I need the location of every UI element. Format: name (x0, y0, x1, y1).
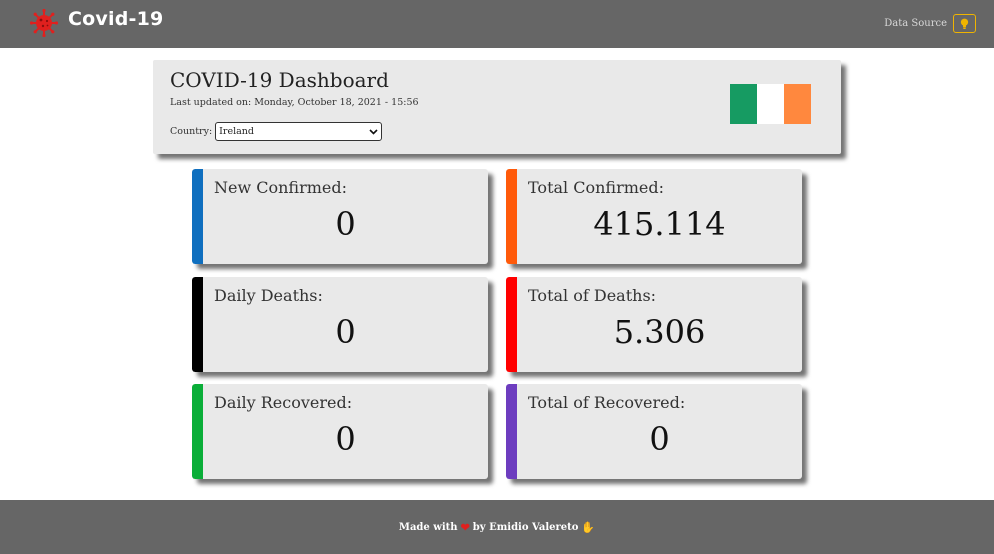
card-color-bar (192, 277, 203, 372)
card-label: Daily Recovered: (214, 393, 353, 412)
data-source-label: Data Source (884, 18, 947, 29)
flag-stripe-orange (784, 84, 811, 124)
brand-title[interactable]: Covid-19 (68, 8, 163, 30)
chevron-down-icon (369, 128, 378, 135)
card-color-bar (506, 169, 517, 264)
country-selector-row: Country: Ireland (170, 122, 383, 141)
footer: Made with ❤ by Emidio Valereto ✋ (0, 500, 994, 554)
data-source-link[interactable]: Data Source (884, 14, 976, 33)
card-label: Total of Recovered: (528, 393, 686, 412)
card-color-bar (192, 169, 203, 264)
card-color-bar (506, 384, 517, 479)
flag-stripe-green (730, 84, 757, 124)
dashboard-header-card: COVID-19 Dashboard Last updated on: Mond… (153, 60, 841, 154)
total-recovered-card: Total of Recovered: 0 (506, 384, 802, 479)
card-label: New Confirmed: (214, 178, 348, 197)
total-confirmed-card: Total Confirmed: 415.114 (506, 169, 802, 264)
card-value: 0 (335, 205, 356, 243)
country-selected-value: Ireland (219, 126, 254, 137)
new-confirmed-card: New Confirmed: 0 (192, 169, 488, 264)
card-label: Total Confirmed: (528, 178, 665, 197)
card-label: Total of Deaths: (528, 286, 657, 305)
flag-stripe-white (757, 84, 784, 124)
card-color-bar (506, 277, 517, 372)
virus-icon[interactable] (30, 9, 58, 37)
card-value: 5.306 (613, 313, 706, 351)
daily-recovered-card: Daily Recovered: 0 (192, 384, 488, 479)
card-value: 0 (335, 313, 356, 351)
country-select[interactable]: Ireland (215, 122, 383, 141)
card-value: 0 (335, 420, 356, 458)
lightbulb-icon (960, 18, 969, 29)
waving-hand-icon: ✋ (581, 520, 596, 534)
card-label: Daily Deaths: (214, 286, 323, 305)
data-source-button[interactable] (953, 14, 976, 33)
page-title: COVID-19 Dashboard (170, 68, 389, 92)
card-value: 415.114 (593, 205, 726, 243)
total-deaths-card: Total of Deaths: 5.306 (506, 277, 802, 372)
footer-author[interactable]: by Emidio Valereto (473, 522, 579, 533)
card-value: 0 (649, 420, 670, 458)
navbar: Covid-19 Data Source (0, 0, 994, 48)
last-updated-text: Last updated on: Monday, October 18, 202… (170, 97, 419, 108)
footer-made-with: Made with (398, 521, 458, 533)
heart-icon: ❤ (460, 520, 470, 534)
card-color-bar (192, 384, 203, 479)
country-label: Country: (170, 126, 213, 137)
daily-deaths-card: Daily Deaths: 0 (192, 277, 488, 372)
country-flag (730, 84, 811, 124)
